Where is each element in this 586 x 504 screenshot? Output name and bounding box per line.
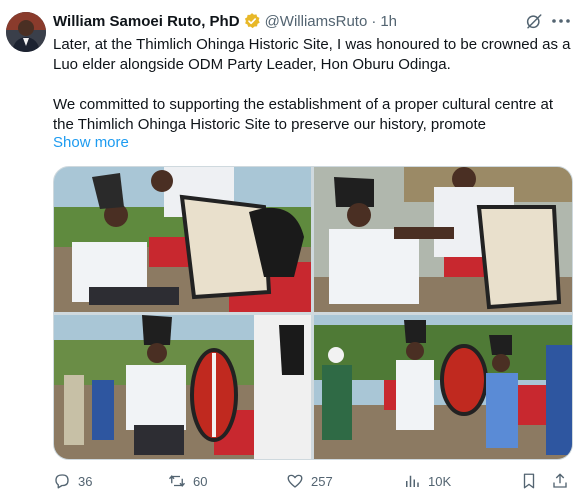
photo-elder-with-shield[interactable] [54,315,311,459]
reply-icon [55,474,69,489]
post-paragraph-1: Later, at the Thimlich Ohinga Historic S… [53,36,571,73]
like-count: 257 [311,473,333,489]
reply-button[interactable]: 36 [53,470,92,492]
action-bar: 36 60 257 10K [53,470,573,492]
show-more-link[interactable]: Show more [53,134,129,151]
post-paragraph-2: We committed to supporting the establish… [53,96,553,133]
repost-count: 60 [193,473,208,489]
like-button[interactable]: 257 [286,470,333,492]
bookmark-button[interactable] [520,470,545,492]
author-name[interactable]: William Samoei Ruto, PhD [53,13,240,30]
post-text: Later, at the Thimlich Ohinga Historic S… [53,35,575,135]
author-handle[interactable]: @WilliamsRuto [265,13,368,30]
photo-headdress-placed[interactable] [314,167,572,312]
verified-badge-icon[interactable] [243,12,261,30]
like-icon [287,474,303,488]
avatar[interactable] [6,12,46,52]
bookmark-icon [523,473,535,489]
media-grid [53,166,573,460]
photo-elders-standing[interactable] [314,315,572,459]
share-button[interactable] [551,470,576,492]
separator-dot: · [371,12,377,30]
reply-count: 36 [78,473,93,489]
grok-icon[interactable] [525,12,543,30]
post-time[interactable]: 1h [380,13,397,30]
share-icon [553,473,567,488]
views-count: 10K [428,473,452,489]
repost-button[interactable]: 60 [168,470,207,492]
more-icon[interactable] [550,12,572,30]
repost-icon [168,475,186,487]
views-button[interactable]: 10K [403,470,451,492]
photo-crowning-seated[interactable] [54,167,311,312]
views-icon [406,475,419,487]
post-header: William Samoei Ruto, PhD @WilliamsRuto ·… [53,10,397,32]
